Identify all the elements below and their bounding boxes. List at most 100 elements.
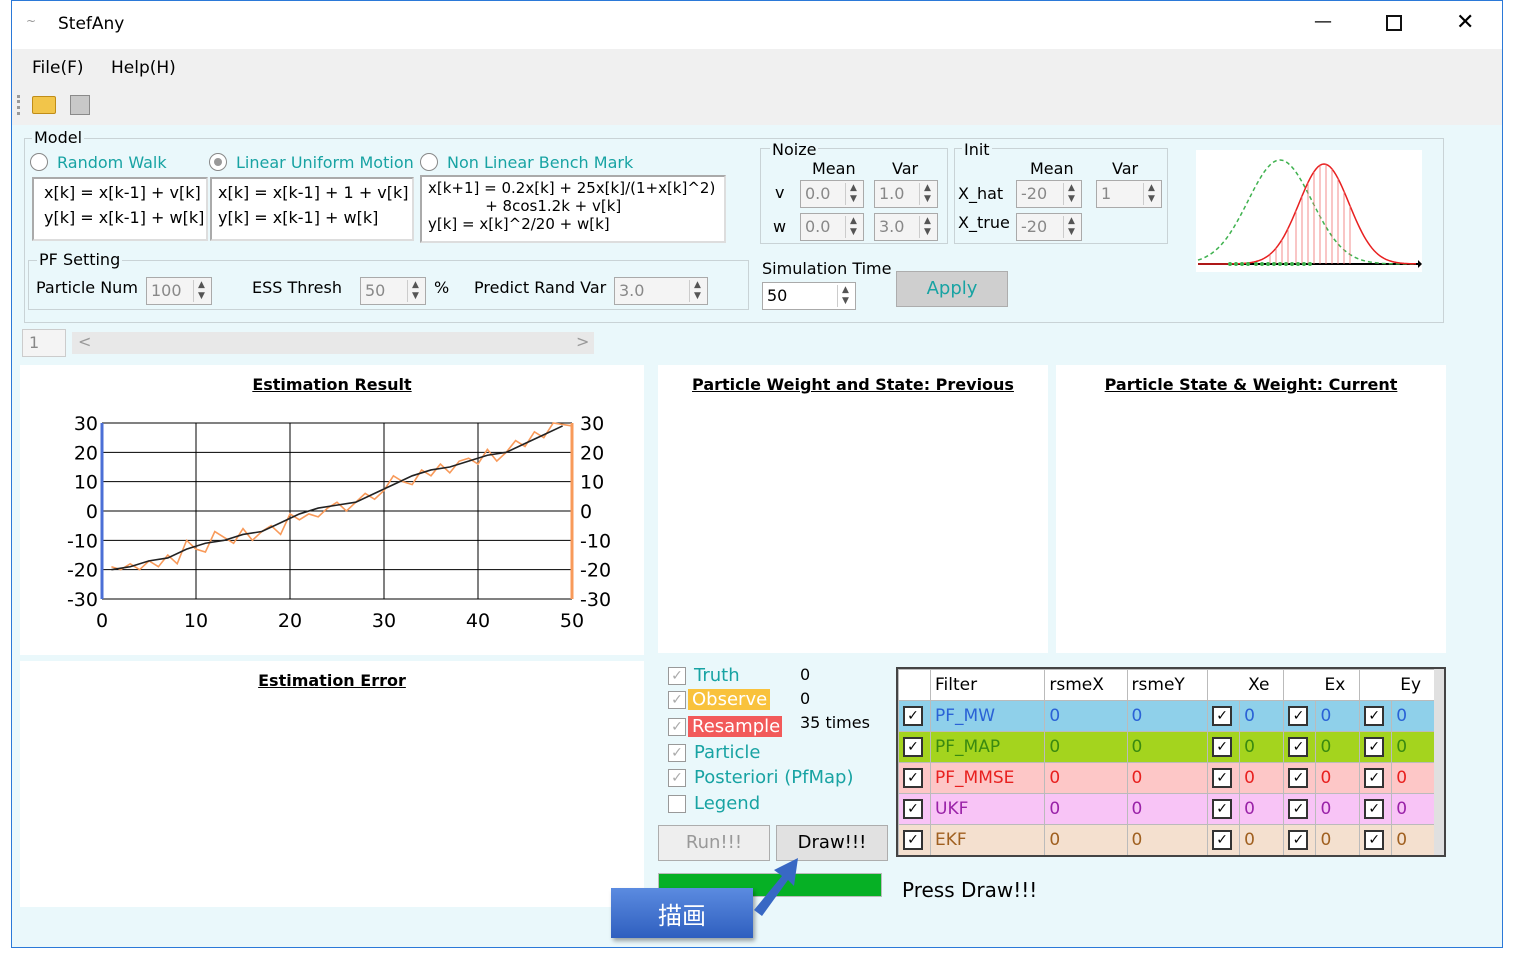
grid-xe-check[interactable]: ✓: [1207, 824, 1241, 855]
radio-non-linear[interactable]: [420, 153, 438, 171]
menu-file[interactable]: File(F): [32, 58, 84, 78]
grid-ey-check[interactable]: ✓: [1359, 731, 1393, 763]
radio-linear-uniform-motion[interactable]: [209, 153, 227, 171]
grid-enable-cell[interactable]: ✓: [898, 700, 931, 732]
posteriori-checkbox[interactable]: ✓: [668, 769, 686, 787]
grid-ex-check[interactable]: ✓: [1283, 793, 1317, 825]
predict-rand-var-spinner[interactable]: 3.0 ▲ ▼: [614, 277, 708, 305]
observe-checkbox[interactable]: ✓: [668, 691, 686, 709]
checkbox-icon[interactable]: ✓: [1288, 768, 1309, 788]
particle-num-spinner[interactable]: 100 ▲ ▼: [146, 277, 212, 305]
checkbox-icon[interactable]: ✓: [1288, 799, 1309, 819]
legend-label[interactable]: Legend: [690, 793, 764, 814]
particle-checkbox[interactable]: ✓: [668, 744, 686, 762]
menu-help[interactable]: Help(H): [111, 58, 176, 78]
grid-rsmex-cell: 0: [1044, 793, 1128, 825]
grid-scrollbar[interactable]: [1434, 669, 1444, 855]
init-xhat-mean-spinner[interactable]: -20 ▲ ▼: [1016, 180, 1082, 208]
scroll-left-icon[interactable]: <: [78, 332, 91, 351]
grid-enable-cell[interactable]: ✓: [898, 731, 931, 763]
checkbox-icon[interactable]: ✓: [1212, 830, 1233, 850]
checkbox-icon[interactable]: ✓: [1364, 830, 1385, 850]
noize-w-mean-spinner[interactable]: 0.0 ▲ ▼: [800, 213, 864, 241]
checkbox-icon[interactable]: ✓: [903, 830, 923, 850]
scroll-right-icon[interactable]: >: [576, 332, 589, 351]
app-window: ~ StefAny — ✕ File(F) Help(H) Model Rand…: [11, 0, 1503, 948]
grid-header-ey[interactable]: Ey: [1359, 669, 1436, 701]
grid-enable-cell[interactable]: ✓: [898, 824, 931, 855]
truth-label[interactable]: Truth: [690, 665, 744, 686]
apply-button[interactable]: Apply: [896, 271, 1008, 307]
grid-xe-check[interactable]: ✓: [1207, 731, 1241, 763]
grid-header-rsmex[interactable]: rsmeX: [1044, 669, 1128, 701]
posteriori-label[interactable]: Posteriori (PfMap): [690, 767, 858, 788]
grid-ey-cell: 0: [1391, 762, 1436, 794]
resample-label[interactable]: Resample: [688, 716, 782, 737]
close-icon[interactable]: ✕: [1456, 10, 1474, 35]
checkbox-icon[interactable]: ✓: [1212, 799, 1233, 819]
ess-thresh-spinner[interactable]: 50 ▲ ▼: [360, 277, 426, 305]
grid-header-xe[interactable]: Xe: [1207, 669, 1285, 701]
observe-label[interactable]: Observe: [688, 689, 770, 710]
grid-row-ekf[interactable]: ✓ EKF 0 0 ✓ 0 ✓ 0 ✓ 0: [898, 824, 1436, 855]
particle-label[interactable]: Particle: [690, 742, 765, 763]
radio-random-walk[interactable]: [30, 153, 48, 171]
checkbox-icon[interactable]: ✓: [903, 737, 923, 757]
grid-enable-cell[interactable]: ✓: [898, 762, 931, 794]
step-scrollbar[interactable]: [72, 332, 594, 354]
noize-w-var-spinner[interactable]: 3.0 ▲ ▼: [874, 213, 938, 241]
grid-ex-check[interactable]: ✓: [1283, 824, 1317, 855]
grid-ex-check[interactable]: ✓: [1283, 762, 1317, 794]
grid-header-ex[interactable]: Ex: [1283, 669, 1361, 701]
checkbox-icon[interactable]: ✓: [1212, 737, 1233, 757]
grid-ey-check[interactable]: ✓: [1359, 700, 1393, 732]
maximize-icon[interactable]: [1386, 15, 1402, 31]
radio-non-linear-label[interactable]: Non Linear Bench Mark: [447, 153, 633, 172]
filter-grid-frame: Filter rsmeX rsmeY Xe Ex Ey ✓ PF_MW 0 0 ✓ 0 ✓ 0 ✓ 0 ✓ PF…: [896, 667, 1446, 857]
checkbox-icon[interactable]: ✓: [903, 799, 923, 819]
save-icon[interactable]: [70, 95, 90, 115]
grid-row-pf-mw[interactable]: ✓ PF_MW 0 0 ✓ 0 ✓ 0 ✓ 0: [898, 700, 1436, 732]
folder-open-icon[interactable]: [32, 96, 56, 114]
init-xtrue-mean-spinner[interactable]: -20 ▲ ▼: [1016, 213, 1082, 241]
grid-xe-check[interactable]: ✓: [1207, 700, 1241, 732]
grid-xe-check[interactable]: ✓: [1207, 793, 1241, 825]
checkbox-icon[interactable]: ✓: [903, 706, 923, 726]
checkbox-icon[interactable]: ✓: [1364, 737, 1385, 757]
checkbox-icon[interactable]: ✓: [1212, 768, 1233, 788]
checkbox-icon[interactable]: ✓: [1288, 706, 1309, 726]
resample-checkbox[interactable]: ✓: [668, 718, 686, 736]
grid-ex-check[interactable]: ✓: [1283, 700, 1317, 732]
grid-filter-name: UKF: [929, 793, 1046, 825]
minimize-icon[interactable]: —: [1314, 11, 1332, 32]
grid-ey-check[interactable]: ✓: [1359, 824, 1393, 855]
title-bar[interactable]: ~ StefAny — ✕: [12, 1, 1502, 49]
grid-enable-cell[interactable]: ✓: [898, 793, 931, 825]
step-number-box[interactable]: 1: [22, 329, 66, 357]
grid-ey-check[interactable]: ✓: [1359, 793, 1393, 825]
grid-row-pf-mmse[interactable]: ✓ PF_MMSE 0 0 ✓ 0 ✓ 0 ✓ 0: [898, 762, 1436, 794]
grid-header-filter[interactable]: Filter: [929, 669, 1046, 701]
noize-v-var-spinner[interactable]: 1.0 ▲ ▼: [874, 180, 938, 208]
grid-ex-check[interactable]: ✓: [1283, 731, 1317, 763]
grid-ey-check[interactable]: ✓: [1359, 762, 1393, 794]
checkbox-icon[interactable]: ✓: [1364, 799, 1385, 819]
grid-header-rsmey[interactable]: rsmeY: [1126, 669, 1209, 701]
init-xhat-var-spinner[interactable]: 1 ▲ ▼: [1096, 180, 1162, 208]
grid-xe-check[interactable]: ✓: [1207, 762, 1241, 794]
radio-linear-label[interactable]: Linear Uniform Motion: [236, 153, 414, 172]
checkbox-icon[interactable]: ✓: [1212, 706, 1233, 726]
truth-checkbox[interactable]: ✓: [668, 667, 686, 685]
estimation-error-panel: Estimation Error: [20, 661, 644, 907]
radio-random-walk-label[interactable]: Random Walk: [57, 153, 167, 172]
simulation-time-spinner[interactable]: 50 ▲ ▼: [762, 282, 856, 310]
checkbox-icon[interactable]: ✓: [1364, 706, 1385, 726]
grid-row-ukf[interactable]: ✓ UKF 0 0 ✓ 0 ✓ 0 ✓ 0: [898, 793, 1436, 825]
checkbox-icon[interactable]: ✓: [1364, 768, 1385, 788]
checkbox-icon[interactable]: ✓: [1288, 830, 1309, 850]
legend-checkbox[interactable]: [668, 795, 686, 813]
checkbox-icon[interactable]: ✓: [903, 768, 923, 788]
noize-v-mean-spinner[interactable]: 0.0 ▲ ▼: [800, 180, 864, 208]
checkbox-icon[interactable]: ✓: [1288, 737, 1309, 757]
grid-row-pf-map[interactable]: ✓ PF_MAP 0 0 ✓ 0 ✓ 0 ✓ 0: [898, 731, 1436, 763]
